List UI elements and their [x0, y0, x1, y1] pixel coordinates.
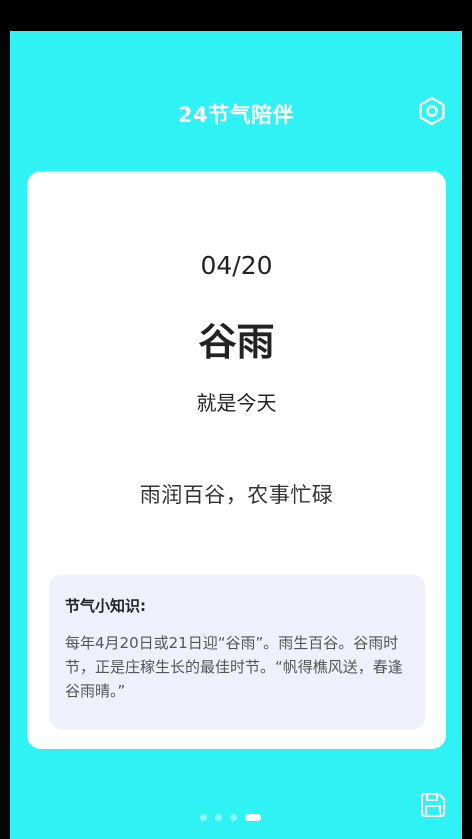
knowledge-box: 节气小知识: 每年4月20日或21日迎“谷雨”。雨生百谷。谷雨时节，正是庄稼生长…	[49, 575, 425, 729]
page-indicator	[200, 813, 261, 821]
save-button[interactable]	[417, 791, 449, 823]
page-dot[interactable]	[215, 813, 222, 821]
save-icon	[419, 791, 447, 823]
status-bar	[0, 0, 472, 31]
term-proverb: 雨润百谷，农事忙碌	[139, 483, 334, 507]
app-screen: 24节气陪伴 04/20 谷雨 就是今天 雨润百谷，农事忙碌 节气小知识: 每年…	[10, 31, 462, 839]
today-label: 就是今天	[196, 391, 277, 415]
settings-button[interactable]	[414, 95, 450, 131]
app-title: 24节气陪伴	[177, 103, 295, 127]
term-name: 谷雨	[198, 320, 275, 364]
knowledge-text: 每年4月20日或21日迎“谷雨”。雨生百谷。谷雨时节，正是庄稼生长的最佳时节。“…	[65, 634, 403, 700]
page-dot-active[interactable]	[245, 813, 261, 821]
knowledge-title: 节气小知识:	[65, 597, 146, 615]
solar-term-card: 04/20 谷雨 就是今天 雨润百谷，农事忙碌 节气小知识: 每年4月20日或2…	[27, 171, 446, 749]
term-date: 04/20	[200, 251, 273, 280]
page-dot[interactable]	[200, 813, 207, 821]
gear-icon	[417, 96, 447, 130]
page-dot[interactable]	[230, 813, 237, 821]
